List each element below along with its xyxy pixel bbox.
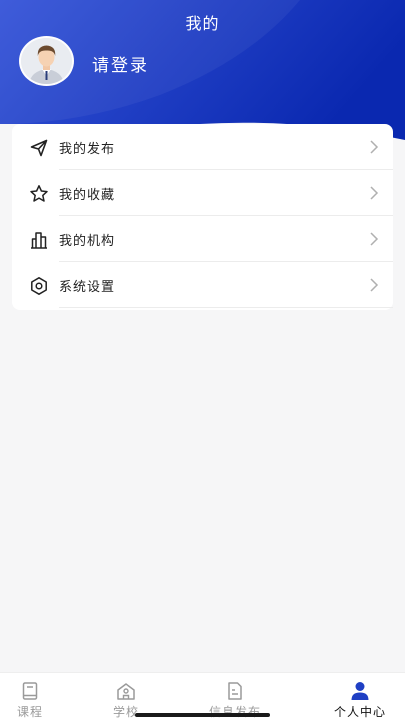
settings-icon [31,277,47,295]
menu-item-label: 我的发布 [59,142,116,157]
user-avatar-icon [21,38,72,84]
person-icon [351,682,369,700]
chevron-right-icon [370,140,379,154]
document-icon [228,682,242,700]
menu-item-label: 我的收藏 [59,188,116,203]
tab-profile[interactable]: 个人中心 [310,673,405,720]
login-link[interactable]: 请登录 [92,51,149,76]
tab-label: 课程 [16,705,43,719]
tab-label: 个人中心 [333,705,386,719]
chevron-right-icon [370,232,379,246]
tab-label: 信息发布 [208,705,261,719]
school-icon [117,683,135,700]
tab-label: 学校 [112,705,139,719]
buildings-icon [31,232,47,249]
avatar[interactable] [19,36,74,86]
send-icon [30,139,48,157]
page-title: 我的 [185,14,220,33]
home-indicator [135,713,270,717]
menu-item-label: 系统设置 [59,280,116,295]
chevron-right-icon [370,278,379,292]
menu-item-my-organization[interactable]: 我的机构 [12,216,393,262]
tab-courses[interactable]: 课程 [0,673,80,720]
menu-item-my-posts[interactable]: 我的发布 [12,124,393,170]
chevron-right-icon [370,186,379,200]
book-icon [22,682,38,700]
menu-item-my-favorites[interactable]: 我的收藏 [12,170,393,216]
star-icon [30,185,48,202]
divider [59,307,393,308]
menu-card: 我的发布 我的收藏 我的机构 系统设置 [12,124,393,310]
menu-item-system-settings[interactable]: 系统设置 [12,262,393,308]
menu-item-label: 我的机构 [59,234,116,249]
